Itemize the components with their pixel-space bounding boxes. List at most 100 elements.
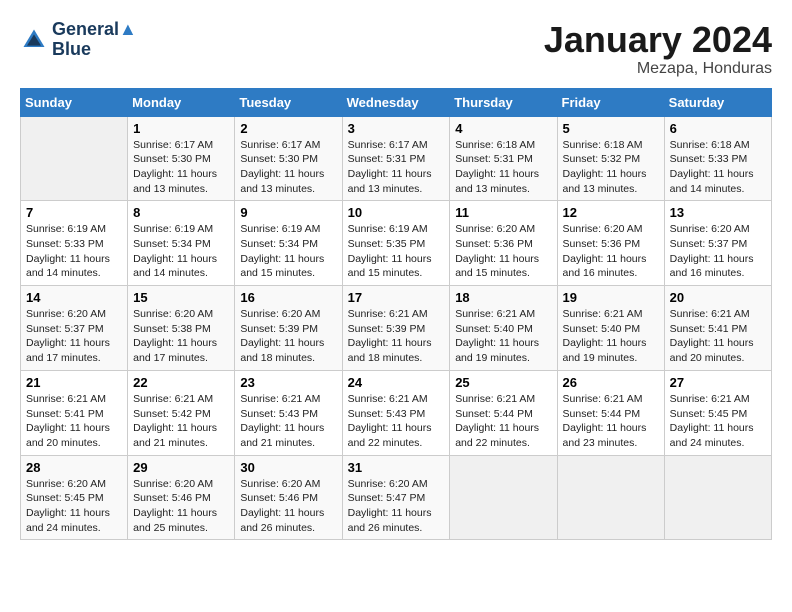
day-cell: 16 Sunrise: 6:20 AMSunset: 5:39 PMDayligh… xyxy=(235,286,342,371)
day-cell: 8 Sunrise: 6:19 AMSunset: 5:34 PMDaylight… xyxy=(128,201,235,286)
day-info: Sunrise: 6:20 AMSunset: 5:45 PMDaylight:… xyxy=(26,477,122,536)
week-row-1: 1 Sunrise: 6:17 AMSunset: 5:30 PMDaylight… xyxy=(21,116,772,201)
day-number: 25 xyxy=(455,375,551,390)
day-info: Sunrise: 6:18 AMSunset: 5:33 PMDaylight:… xyxy=(670,138,766,197)
day-info: Sunrise: 6:21 AMSunset: 5:41 PMDaylight:… xyxy=(26,392,122,451)
day-info: Sunrise: 6:18 AMSunset: 5:32 PMDaylight:… xyxy=(563,138,659,197)
day-number: 27 xyxy=(670,375,766,390)
day-cell: 15 Sunrise: 6:20 AMSunset: 5:38 PMDayligh… xyxy=(128,286,235,371)
day-info: Sunrise: 6:20 AMSunset: 5:47 PMDaylight:… xyxy=(348,477,445,536)
day-info: Sunrise: 6:21 AMSunset: 5:42 PMDaylight:… xyxy=(133,392,229,451)
day-cell: 22 Sunrise: 6:21 AMSunset: 5:42 PMDayligh… xyxy=(128,370,235,455)
day-number: 23 xyxy=(240,375,336,390)
day-info: Sunrise: 6:21 AMSunset: 5:41 PMDaylight:… xyxy=(670,307,766,366)
day-cell: 19 Sunrise: 6:21 AMSunset: 5:40 PMDayligh… xyxy=(557,286,664,371)
day-number: 9 xyxy=(240,205,336,220)
day-info: Sunrise: 6:18 AMSunset: 5:31 PMDaylight:… xyxy=(455,138,551,197)
day-info: Sunrise: 6:20 AMSunset: 5:36 PMDaylight:… xyxy=(563,222,659,281)
header-tuesday: Tuesday xyxy=(235,88,342,116)
day-info: Sunrise: 6:20 AMSunset: 5:46 PMDaylight:… xyxy=(240,477,336,536)
day-info: Sunrise: 6:20 AMSunset: 5:39 PMDaylight:… xyxy=(240,307,336,366)
day-cell: 3 Sunrise: 6:17 AMSunset: 5:31 PMDaylight… xyxy=(342,116,450,201)
day-cell xyxy=(557,455,664,540)
day-number: 13 xyxy=(670,205,766,220)
day-cell: 1 Sunrise: 6:17 AMSunset: 5:30 PMDaylight… xyxy=(128,116,235,201)
day-cell: 24Sunrise: 6:21 AMSunset: 5:43 PMDayligh… xyxy=(342,370,450,455)
day-cell: 2 Sunrise: 6:17 AMSunset: 5:30 PMDaylight… xyxy=(235,116,342,201)
day-number: 20 xyxy=(670,290,766,305)
day-number: 19 xyxy=(563,290,659,305)
day-number: 2 xyxy=(240,121,336,136)
calendar-table: SundayMondayTuesdayWednesdayThursdayFrid… xyxy=(20,88,772,541)
day-cell: 17 Sunrise: 6:21 AMSunset: 5:39 PMDayligh… xyxy=(342,286,450,371)
day-cell: 30 Sunrise: 6:20 AMSunset: 5:46 PMDayligh… xyxy=(235,455,342,540)
day-cell: 14Sunrise: 6:20 AMSunset: 5:37 PMDayligh… xyxy=(21,286,128,371)
day-cell: 29Sunrise: 6:20 AMSunset: 5:46 PMDayligh… xyxy=(128,455,235,540)
day-info: Sunrise: 6:21 AMSunset: 5:40 PMDaylight:… xyxy=(563,307,659,366)
day-info: Sunrise: 6:19 AMSunset: 5:34 PMDaylight:… xyxy=(133,222,229,281)
day-cell: 25 Sunrise: 6:21 AMSunset: 5:44 PMDayligh… xyxy=(450,370,557,455)
day-number: 17 xyxy=(348,290,445,305)
day-info: Sunrise: 6:21 AMSunset: 5:45 PMDaylight:… xyxy=(670,392,766,451)
day-number: 5 xyxy=(563,121,659,136)
location: Mezapa, Honduras xyxy=(544,60,772,78)
day-number: 4 xyxy=(455,121,551,136)
day-number: 18 xyxy=(455,290,551,305)
day-cell: 11Sunrise: 6:20 AMSunset: 5:36 PMDayligh… xyxy=(450,201,557,286)
day-number: 11 xyxy=(455,205,551,220)
day-info: Sunrise: 6:21 AMSunset: 5:44 PMDaylight:… xyxy=(563,392,659,451)
month-title: January 2024 xyxy=(544,20,772,60)
header-saturday: Saturday xyxy=(664,88,771,116)
day-cell: 12 Sunrise: 6:20 AMSunset: 5:36 PMDayligh… xyxy=(557,201,664,286)
day-number: 6 xyxy=(670,121,766,136)
day-info: Sunrise: 6:19 AMSunset: 5:33 PMDaylight:… xyxy=(26,222,122,281)
day-cell: 6 Sunrise: 6:18 AMSunset: 5:33 PMDaylight… xyxy=(664,116,771,201)
day-info: Sunrise: 6:20 AMSunset: 5:37 PMDaylight:… xyxy=(670,222,766,281)
week-row-5: 28 Sunrise: 6:20 AMSunset: 5:45 PMDayligh… xyxy=(21,455,772,540)
day-cell xyxy=(450,455,557,540)
day-info: Sunrise: 6:21 AMSunset: 5:44 PMDaylight:… xyxy=(455,392,551,451)
day-number: 15 xyxy=(133,290,229,305)
day-number: 22 xyxy=(133,375,229,390)
day-number: 1 xyxy=(133,121,229,136)
day-number: 8 xyxy=(133,205,229,220)
day-cell: 20 Sunrise: 6:21 AMSunset: 5:41 PMDayligh… xyxy=(664,286,771,371)
day-cell: 31Sunrise: 6:20 AMSunset: 5:47 PMDayligh… xyxy=(342,455,450,540)
day-number: 30 xyxy=(240,460,336,475)
day-number: 10 xyxy=(348,205,445,220)
day-number: 7 xyxy=(26,205,122,220)
calendar-header-row: SundayMondayTuesdayWednesdayThursdayFrid… xyxy=(21,88,772,116)
header-wednesday: Wednesday xyxy=(342,88,450,116)
day-number: 12 xyxy=(563,205,659,220)
day-number: 26 xyxy=(563,375,659,390)
day-number: 28 xyxy=(26,460,122,475)
day-cell: 4 Sunrise: 6:18 AMSunset: 5:31 PMDaylight… xyxy=(450,116,557,201)
day-info: Sunrise: 6:20 AMSunset: 5:38 PMDaylight:… xyxy=(133,307,229,366)
day-info: Sunrise: 6:21 AMSunset: 5:39 PMDaylight:… xyxy=(348,307,445,366)
logo-text: General▲ Blue xyxy=(52,20,137,60)
day-info: Sunrise: 6:20 AMSunset: 5:46 PMDaylight:… xyxy=(133,477,229,536)
day-number: 16 xyxy=(240,290,336,305)
day-number: 14 xyxy=(26,290,122,305)
day-cell: 13 Sunrise: 6:20 AMSunset: 5:37 PMDayligh… xyxy=(664,201,771,286)
day-info: Sunrise: 6:17 AMSunset: 5:30 PMDaylight:… xyxy=(133,138,229,197)
day-cell: 10 Sunrise: 6:19 AMSunset: 5:35 PMDayligh… xyxy=(342,201,450,286)
week-row-4: 21 Sunrise: 6:21 AMSunset: 5:41 PMDayligh… xyxy=(21,370,772,455)
page-header: General▲ Blue January 2024 Mezapa, Hondu… xyxy=(20,20,772,78)
day-info: Sunrise: 6:19 AMSunset: 5:35 PMDaylight:… xyxy=(348,222,445,281)
day-cell: 18 Sunrise: 6:21 AMSunset: 5:40 PMDayligh… xyxy=(450,286,557,371)
header-thursday: Thursday xyxy=(450,88,557,116)
day-cell: 9 Sunrise: 6:19 AMSunset: 5:34 PMDaylight… xyxy=(235,201,342,286)
day-info: Sunrise: 6:17 AMSunset: 5:30 PMDaylight:… xyxy=(240,138,336,197)
day-info: Sunrise: 6:21 AMSunset: 5:40 PMDaylight:… xyxy=(455,307,551,366)
day-info: Sunrise: 6:17 AMSunset: 5:31 PMDaylight:… xyxy=(348,138,445,197)
day-number: 21 xyxy=(26,375,122,390)
day-cell xyxy=(664,455,771,540)
day-number: 3 xyxy=(348,121,445,136)
day-info: Sunrise: 6:19 AMSunset: 5:34 PMDaylight:… xyxy=(240,222,336,281)
header-monday: Monday xyxy=(128,88,235,116)
week-row-2: 7 Sunrise: 6:19 AMSunset: 5:33 PMDaylight… xyxy=(21,201,772,286)
day-cell: 7 Sunrise: 6:19 AMSunset: 5:33 PMDaylight… xyxy=(21,201,128,286)
logo: General▲ Blue xyxy=(20,20,137,60)
day-cell: 28 Sunrise: 6:20 AMSunset: 5:45 PMDayligh… xyxy=(21,455,128,540)
